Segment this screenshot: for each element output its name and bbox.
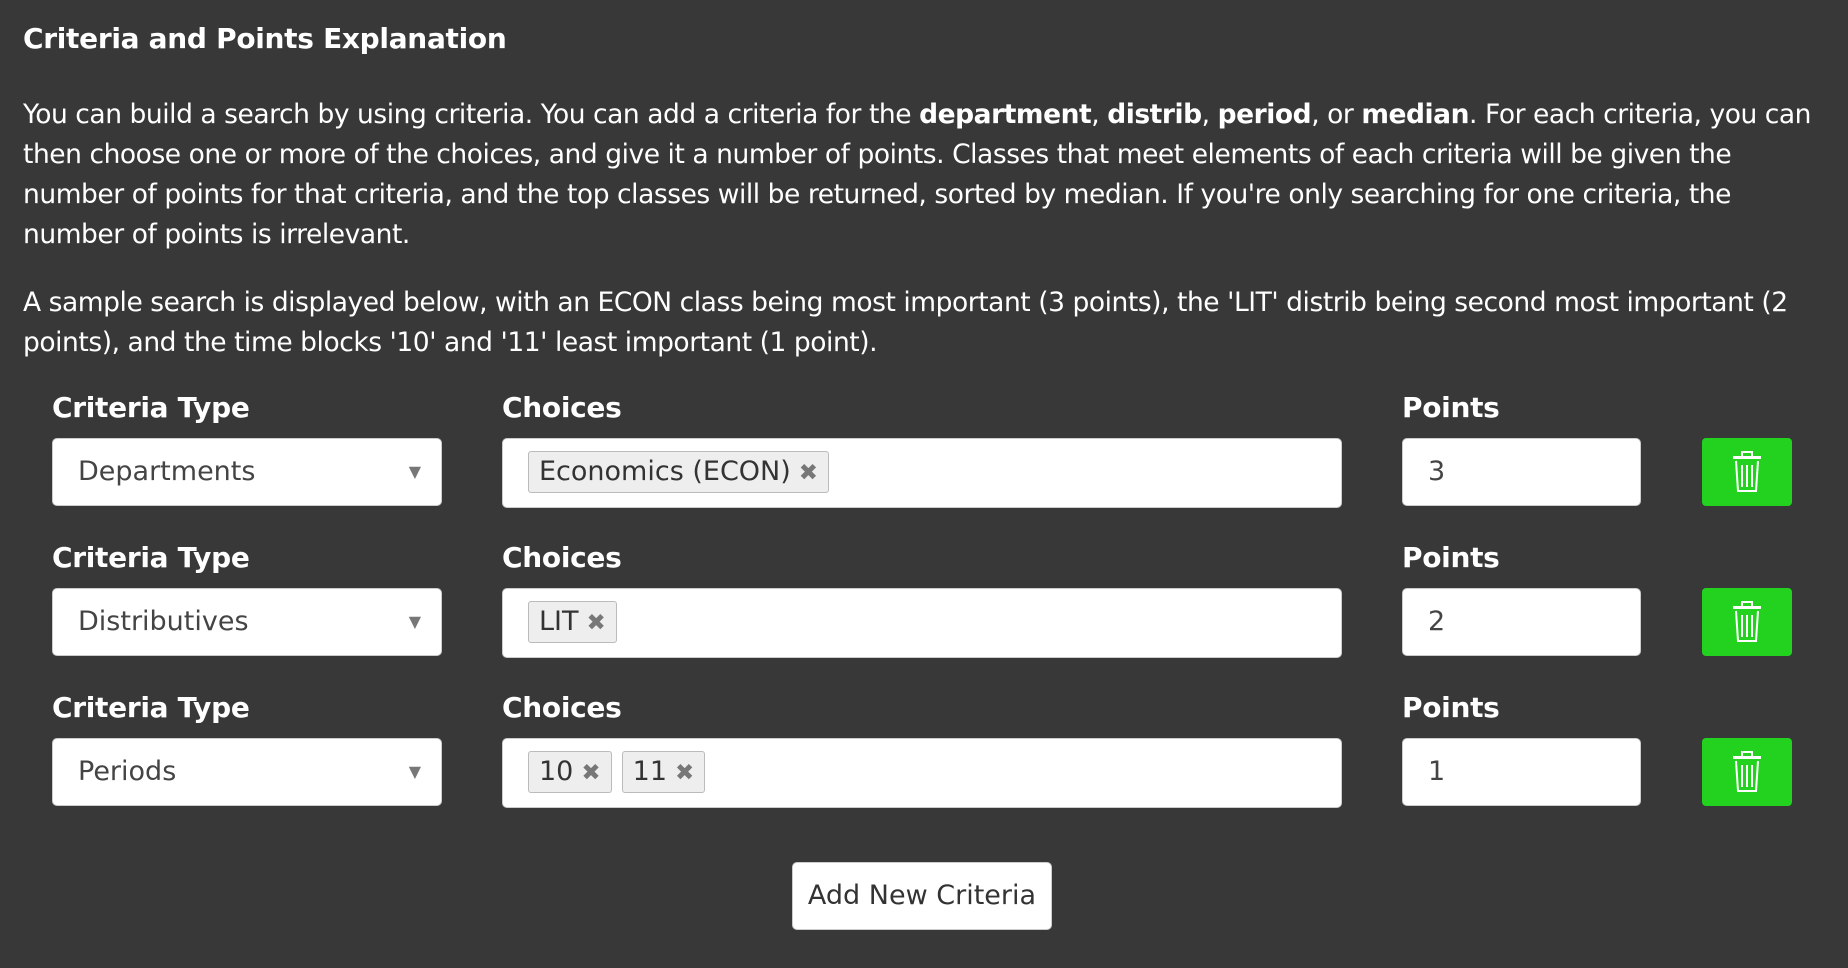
choices-label: Choices [502, 541, 622, 574]
choice-tag-label: Economics (ECON) [539, 456, 791, 487]
choice-tag: Economics (ECON) ✖ [528, 451, 830, 493]
choice-tag-label: LIT [539, 606, 579, 637]
choices-input[interactable]: Economics (ECON) ✖ [502, 438, 1342, 508]
criteria-row: Criteria Type Choices Points Periods ▼ 1… [0, 688, 1848, 838]
remove-tag-icon[interactable]: ✖ [581, 760, 600, 786]
delete-criteria-button[interactable] [1702, 738, 1792, 806]
choices-input[interactable]: 10 ✖ 11 ✖ [502, 738, 1342, 808]
trash-icon [1733, 601, 1761, 642]
choice-tag-label: 10 [539, 756, 574, 787]
add-new-criteria-button[interactable]: Add New Criteria [792, 862, 1052, 930]
choice-tag-label: 11 [632, 756, 667, 787]
trash-icon [1733, 451, 1761, 492]
criteria-type-select[interactable]: Periods ▼ [52, 738, 442, 806]
dropdown-arrow-icon: ▼ [408, 762, 421, 781]
dropdown-arrow-icon: ▼ [408, 612, 421, 631]
delete-criteria-button[interactable] [1702, 588, 1792, 656]
criteria-type-label: Criteria Type [52, 691, 250, 724]
choices-label: Choices [502, 691, 622, 724]
criteria-type-label: Criteria Type [52, 541, 250, 574]
points-label: Points [1402, 691, 1500, 724]
sample-paragraph: A sample search is displayed below, with… [23, 287, 1788, 358]
criteria-panel: Criteria and Points Explanation You can … [0, 0, 1848, 968]
remove-tag-icon[interactable]: ✖ [675, 760, 694, 786]
intro-separator: , [1091, 99, 1108, 130]
keyword-period: period [1217, 99, 1312, 130]
criteria-type-label: Criteria Type [52, 391, 250, 424]
points-label: Points [1402, 391, 1500, 424]
criteria-type-value: Periods [78, 756, 177, 787]
intro-text: You can build a search by using criteria… [23, 99, 920, 130]
criteria-type-value: Departments [78, 456, 256, 487]
choice-tag: LIT ✖ [528, 601, 617, 643]
criteria-row: Criteria Type Choices Points Departments… [0, 388, 1848, 538]
points-label: Points [1402, 541, 1500, 574]
choices-label: Choices [502, 391, 622, 424]
keyword-department: department [919, 99, 1092, 130]
dropdown-arrow-icon: ▼ [408, 462, 421, 481]
points-input[interactable]: 2 [1402, 588, 1641, 656]
criteria-row: Criteria Type Choices Points Distributiv… [0, 538, 1848, 688]
intro-paragraph: You can build a search by using criteria… [23, 95, 1823, 255]
delete-criteria-button[interactable] [1702, 438, 1792, 506]
remove-tag-icon[interactable]: ✖ [799, 460, 818, 486]
remove-tag-icon[interactable]: ✖ [587, 610, 606, 636]
intro-separator: , or [1311, 99, 1362, 130]
criteria-type-select[interactable]: Departments ▼ [52, 438, 442, 506]
criteria-type-select[interactable]: Distributives ▼ [52, 588, 442, 656]
keyword-distrib: distrib [1107, 99, 1202, 130]
points-input[interactable]: 3 [1402, 438, 1641, 506]
choices-input[interactable]: LIT ✖ [502, 588, 1342, 658]
trash-icon [1733, 751, 1761, 792]
choice-tag: 10 ✖ [528, 751, 612, 793]
points-input[interactable]: 1 [1402, 738, 1641, 806]
page-title: Criteria and Points Explanation [23, 22, 507, 55]
criteria-type-value: Distributives [78, 606, 249, 637]
choice-tag: 11 ✖ [621, 751, 706, 793]
keyword-median: median [1361, 99, 1470, 130]
intro-separator: , [1201, 99, 1218, 130]
